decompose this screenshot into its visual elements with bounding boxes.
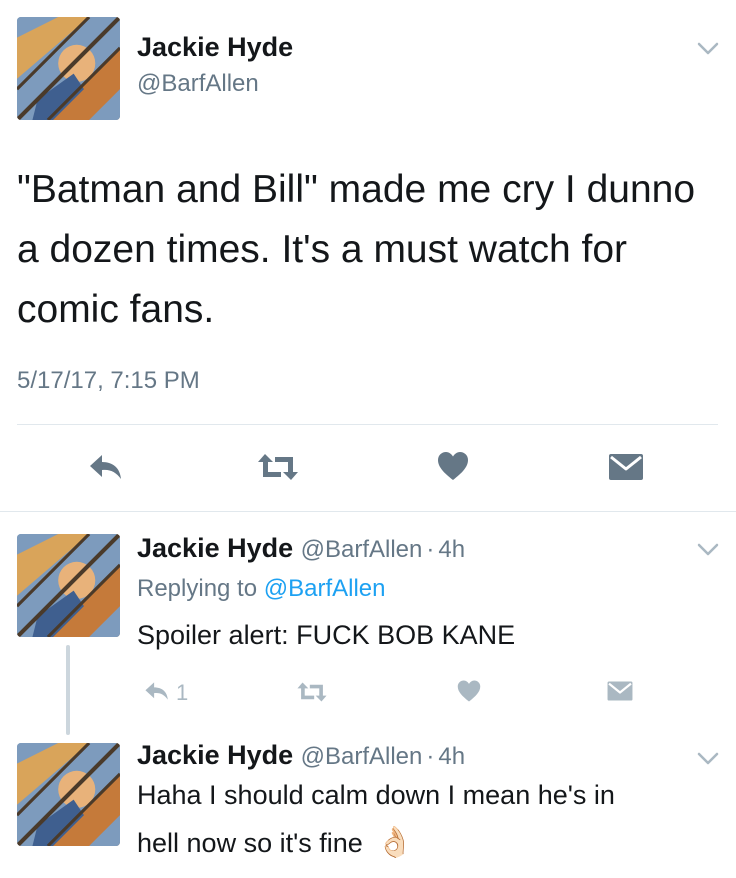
reply-text: Spoiler alert: FUCK BOB KANE — [137, 620, 516, 650]
reply-icon[interactable] — [144, 680, 170, 702]
timestamp[interactable]: 5/17/17, 7:15 PM — [17, 367, 200, 395]
display-name[interactable]: Jackie Hyde — [137, 740, 293, 770]
tweet-age[interactable]: 4h — [438, 536, 465, 563]
direct-message-icon[interactable] — [608, 452, 644, 482]
handle[interactable]: @BarfAllen — [137, 70, 259, 98]
like-icon[interactable] — [436, 450, 470, 482]
display-name[interactable]: Jackie Hyde — [137, 32, 293, 63]
chevron-down-icon[interactable] — [697, 42, 719, 56]
reply-header: Jackie Hyde @BarfAllen · 4h — [137, 740, 465, 771]
retweet-icon[interactable] — [256, 451, 300, 483]
reply-text-line-2-text: hell now so it's fine — [137, 828, 363, 858]
direct-message-icon[interactable] — [606, 680, 634, 702]
handle[interactable]: @BarfAllen — [301, 536, 423, 563]
tweet-age[interactable]: 4h — [438, 743, 465, 770]
reply-text-line-2: hell now so it's fine 👌🏻 — [137, 825, 414, 860]
like-icon[interactable] — [456, 679, 482, 703]
tweet-text-line-3: comic fans. — [17, 288, 215, 331]
reply-count: 1 — [176, 680, 189, 705]
display-name[interactable]: Jackie Hyde — [137, 533, 293, 563]
replying-to-label: Replying to — [137, 575, 258, 602]
retweet-icon[interactable] — [296, 680, 328, 704]
avatar[interactable] — [17, 17, 120, 120]
ok-hand-emoji: 👌🏻 — [376, 826, 414, 859]
handle[interactable]: @BarfAllen — [301, 743, 423, 770]
replying-to: Replying to @BarfAllen — [137, 575, 386, 603]
separator: · — [426, 743, 435, 770]
separator: · — [426, 536, 435, 563]
divider — [17, 424, 718, 425]
tweet-text-line-2: a dozen times. It's a must watch for — [17, 228, 628, 271]
replying-to-handle[interactable]: @BarfAllen — [264, 575, 386, 602]
reply-text-line-1: Haha I should calm down I mean he's in — [137, 780, 615, 810]
reply-icon[interactable] — [88, 452, 124, 482]
chevron-down-icon[interactable] — [697, 752, 719, 766]
avatar[interactable] — [17, 534, 120, 637]
divider — [0, 511, 736, 512]
chevron-down-icon[interactable] — [697, 543, 719, 557]
avatar[interactable] — [17, 743, 120, 846]
tweet-text-line-1: "Batman and Bill" made me cry I dunno — [17, 168, 696, 211]
reply-header: Jackie Hyde @BarfAllen · 4h — [137, 533, 465, 564]
thread-line — [66, 645, 70, 735]
